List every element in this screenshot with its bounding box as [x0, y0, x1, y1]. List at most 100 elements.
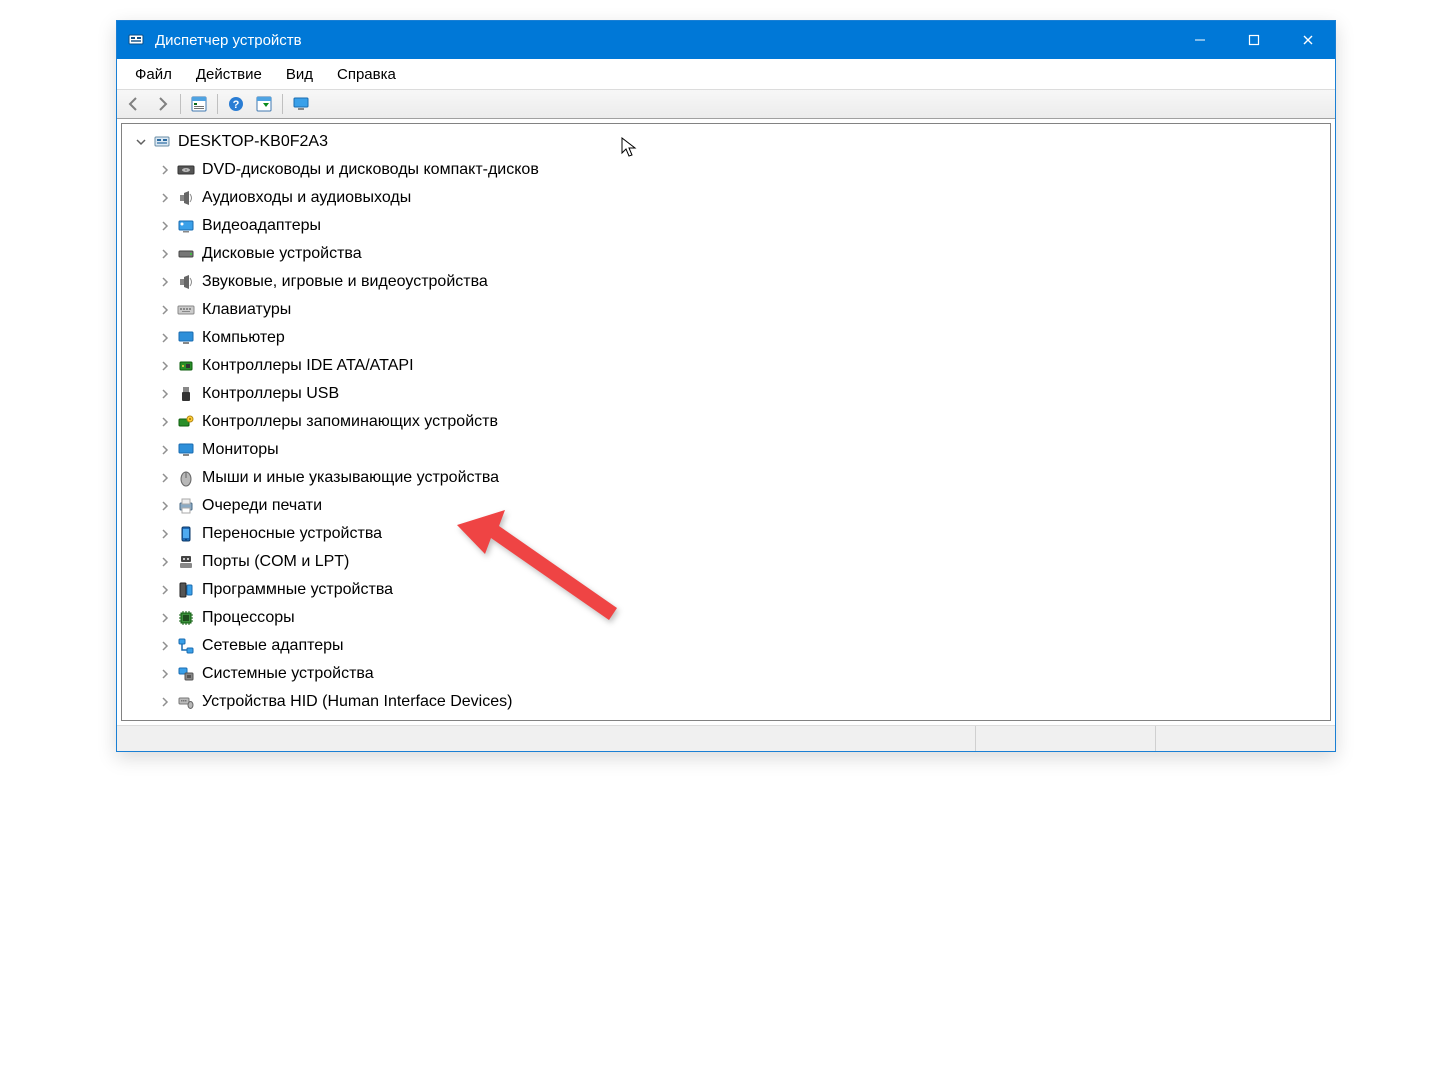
chevron-down-icon[interactable] [132, 133, 150, 151]
properties-icon [190, 95, 208, 113]
toolbar-back-button[interactable] [121, 92, 147, 116]
tree-category-label: Мыши и иные указывающие устройства [202, 469, 499, 487]
tree-category-node[interactable]: Контроллеры запоминающих устройств [126, 408, 1326, 436]
usb-icon [176, 384, 196, 404]
chevron-right-icon[interactable] [156, 329, 174, 347]
mouse-icon [176, 468, 196, 488]
tree-category-label: Мониторы [202, 441, 279, 459]
minimize-button[interactable] [1173, 21, 1227, 59]
tree-category-label: Клавиатуры [202, 301, 291, 319]
tree-category-label: Устройства HID (Human Interface Devices) [202, 693, 512, 711]
maximize-button[interactable] [1227, 21, 1281, 59]
chevron-right-icon[interactable] [156, 637, 174, 655]
chevron-right-icon[interactable] [156, 441, 174, 459]
menu-file[interactable]: Файл [123, 63, 184, 86]
tree-category-node[interactable]: Звуковые, игровые и видеоустройства [126, 268, 1326, 296]
svg-text:?: ? [233, 99, 240, 111]
chevron-right-icon[interactable] [156, 665, 174, 683]
tree-category-node[interactable]: Устройства HID (Human Interface Devices) [126, 688, 1326, 716]
back-icon [125, 95, 143, 113]
tree-category-label: Программные устройства [202, 581, 393, 599]
tree-category-node[interactable]: DVD-дисководы и дисководы компакт-дисков [126, 156, 1326, 184]
chevron-right-icon[interactable] [156, 357, 174, 375]
chevron-right-icon[interactable] [156, 301, 174, 319]
tree-category-node[interactable]: Компьютер [126, 324, 1326, 352]
toolbar-properties-button[interactable] [186, 92, 212, 116]
keyboard-icon [176, 300, 196, 320]
tree-category-node[interactable]: Программные устройства [126, 576, 1326, 604]
tree-category-node[interactable]: Видеоадаптеры [126, 212, 1326, 240]
chevron-right-icon[interactable] [156, 553, 174, 571]
menu-view[interactable]: Вид [274, 63, 325, 86]
chevron-right-icon[interactable] [156, 525, 174, 543]
tree-root-node[interactable]: DESKTOP-KB0F2A3 [126, 128, 1326, 156]
tree-category-label: Контроллеры запоминающих устройств [202, 413, 498, 431]
tree-category-label: DVD-дисководы и дисководы компакт-дисков [202, 161, 539, 179]
tree-category-node[interactable]: Контроллеры IDE ATA/ATAPI [126, 352, 1326, 380]
chevron-right-icon[interactable] [156, 245, 174, 263]
tree-category-node[interactable]: Аудиовходы и аудиовыходы [126, 184, 1326, 212]
tree-category-node[interactable]: Очереди печати [126, 492, 1326, 520]
device-tree[interactable]: DESKTOP-KB0F2A3 DVD-дисководы и дисководы… [121, 123, 1331, 721]
toolbar-separator [180, 94, 181, 114]
speaker-icon [176, 188, 196, 208]
forward-icon [153, 95, 171, 113]
chevron-right-icon[interactable] [156, 385, 174, 403]
monitor-icon [176, 328, 196, 348]
port-icon [176, 552, 196, 572]
menu-action[interactable]: Действие [184, 63, 274, 86]
tree-category-node[interactable]: Контроллеры USB [126, 380, 1326, 408]
chevron-right-icon[interactable] [156, 413, 174, 431]
chevron-right-icon[interactable] [156, 217, 174, 235]
help-icon: ? [227, 95, 245, 113]
chip-gray-icon [176, 580, 196, 600]
toolbar-show-hidden-button[interactable] [288, 92, 314, 116]
chevron-right-icon[interactable] [156, 609, 174, 627]
tree-category-node[interactable]: Системные устройства [126, 660, 1326, 688]
computer-icon [152, 132, 172, 152]
system-icon [176, 664, 196, 684]
tree-category-label: Видеоадаптеры [202, 217, 321, 235]
statusbar [117, 725, 1335, 751]
disc-icon [176, 160, 196, 180]
chevron-right-icon[interactable] [156, 161, 174, 179]
close-button[interactable] [1281, 21, 1335, 59]
chevron-right-icon[interactable] [156, 273, 174, 291]
toolbar-separator [282, 94, 283, 114]
scan-icon [255, 95, 273, 113]
tree-category-node[interactable]: Порты (COM и LPT) [126, 548, 1326, 576]
tree-category-node[interactable]: Дисковые устройства [126, 240, 1326, 268]
phone-icon [176, 524, 196, 544]
tree-category-label: Сетевые адаптеры [202, 637, 344, 655]
tree-category-node[interactable]: Мониторы [126, 436, 1326, 464]
chevron-right-icon[interactable] [156, 469, 174, 487]
tree-category-label: Контроллеры USB [202, 385, 339, 403]
window-title: Диспетчер устройств [155, 32, 1173, 49]
tree-category-node[interactable]: Клавиатуры [126, 296, 1326, 324]
toolbar-help-button[interactable]: ? [223, 92, 249, 116]
menu-help[interactable]: Справка [325, 63, 408, 86]
tree-category-node[interactable]: Мыши и иные указывающие устройства [126, 464, 1326, 492]
toolbar: ? [117, 89, 1335, 119]
status-pane [1155, 726, 1335, 751]
tree-category-node[interactable]: Сетевые адаптеры [126, 632, 1326, 660]
chevron-right-icon[interactable] [156, 497, 174, 515]
device-manager-window: Диспетчер устройств Файл Действие Вид Сп… [116, 20, 1336, 752]
cpu-icon [176, 608, 196, 628]
tree-category-node[interactable]: Переносные устройства [126, 520, 1326, 548]
toolbar-scan-button[interactable] [251, 92, 277, 116]
chevron-right-icon[interactable] [156, 693, 174, 711]
status-pane [975, 726, 1155, 751]
tree-category-label: Переносные устройства [202, 525, 382, 543]
tree-category-label: Очереди печати [202, 497, 322, 515]
tree-category-node[interactable]: Процессоры [126, 604, 1326, 632]
monitor-icon [292, 95, 310, 113]
tree-category-label: Системные устройства [202, 665, 374, 683]
tree-category-label: Процессоры [202, 609, 295, 627]
tree-category-label: Компьютер [202, 329, 285, 347]
chevron-right-icon[interactable] [156, 581, 174, 599]
toolbar-forward-button[interactable] [149, 92, 175, 116]
tree-category-label: Аудиовходы и аудиовыходы [202, 189, 411, 207]
chevron-right-icon[interactable] [156, 189, 174, 207]
tree-category-label: Порты (COM и LPT) [202, 553, 349, 571]
